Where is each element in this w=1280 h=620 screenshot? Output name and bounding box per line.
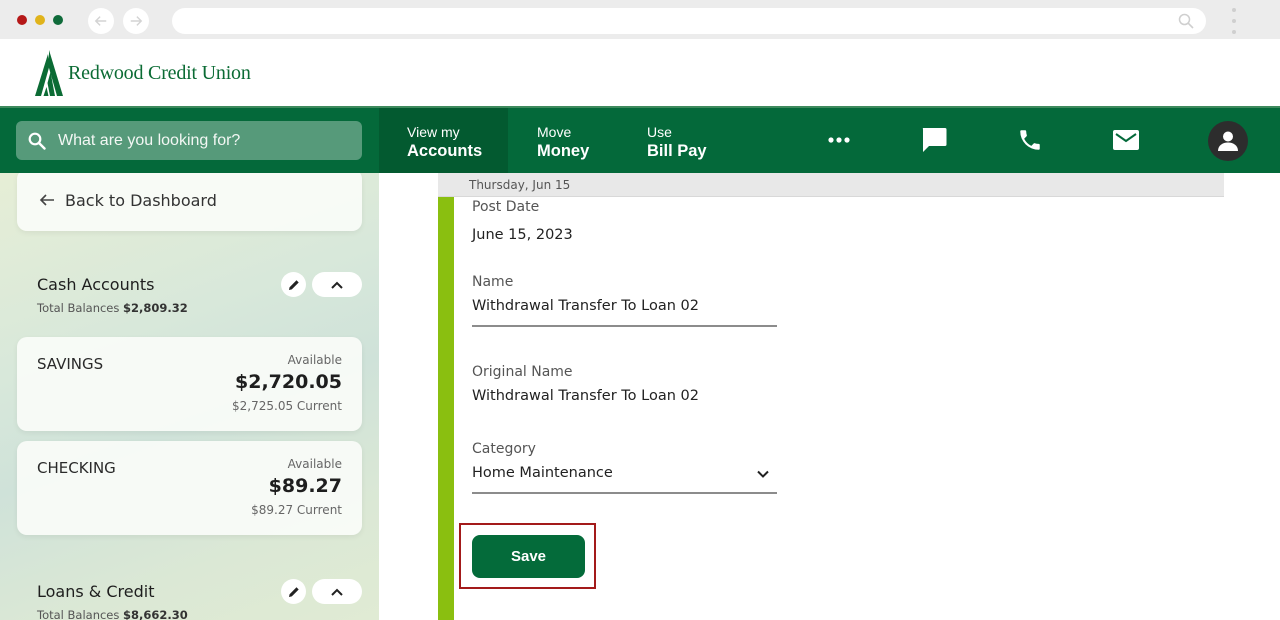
- pencil-icon: [288, 586, 299, 597]
- category-select[interactable]: Home Maintenance: [472, 465, 613, 481]
- nav-move-money[interactable]: Move Money: [537, 108, 589, 173]
- profile-icon: [1218, 131, 1238, 151]
- group-total-loans-credit: Total Balances $8,662.30: [37, 608, 188, 620]
- search-icon: [1178, 13, 1194, 29]
- edit-cash-accounts-button[interactable]: [281, 272, 306, 297]
- available-label: Available: [287, 457, 342, 471]
- back-label: Back to Dashboard: [65, 190, 217, 210]
- current-balance: $2,725.05 Current: [232, 399, 342, 413]
- original-name-label: Original Name: [472, 364, 573, 380]
- group-title-loans-credit: Loans & Credit: [37, 582, 155, 601]
- current-balance: $89.27 Current: [251, 503, 342, 517]
- phone-icon: [1020, 130, 1040, 150]
- nav-label-small: View my: [407, 124, 460, 140]
- account-name: CHECKING: [37, 459, 116, 477]
- kebab-dot: [1232, 19, 1236, 23]
- collapse-cash-accounts-button[interactable]: [312, 272, 362, 297]
- original-name-value: Withdrawal Transfer To Loan 02: [472, 388, 699, 404]
- browser-chrome: [0, 0, 1280, 39]
- total-value: $8,662.30: [123, 608, 188, 620]
- tree-logo-icon: [35, 50, 63, 96]
- nav-label-small: Move: [537, 124, 572, 140]
- nav-bill-pay[interactable]: Use Bill Pay: [647, 108, 707, 173]
- accounts-sidebar: Back to Dashboard Cash Accounts Total Ba…: [0, 173, 379, 620]
- category-label: Category: [472, 441, 536, 457]
- nav-view-accounts[interactable]: View my Accounts: [379, 108, 508, 173]
- transaction-accent-bar: [438, 197, 454, 620]
- mail-icon: [1113, 130, 1139, 150]
- post-date-value: June 15, 2023: [472, 227, 573, 243]
- nav-label-big: Accounts: [407, 142, 483, 160]
- chevron-up-icon: [331, 281, 343, 289]
- search-placeholder: What are you looking for?: [58, 131, 241, 149]
- window-minimize-button[interactable]: [35, 15, 45, 25]
- back-to-dashboard-button[interactable]: Back to Dashboard: [17, 173, 362, 231]
- account-card-checking[interactable]: CHECKING Available $89.27 $89.27 Current: [17, 441, 362, 535]
- chevron-down-icon[interactable]: [756, 467, 770, 481]
- more-button[interactable]: [823, 124, 855, 156]
- chat-icon: [922, 128, 947, 152]
- main-navigation: What are you looking for? View my Accoun…: [0, 106, 1280, 173]
- category-select-underline: [472, 492, 777, 494]
- save-button[interactable]: Save: [472, 535, 585, 578]
- address-bar[interactable]: [172, 8, 1206, 34]
- window-maximize-button[interactable]: [53, 15, 63, 25]
- logo[interactable]: [35, 50, 63, 96]
- transaction-detail-panel: Thursday, Jun 15 Post Date June 15, 2023…: [379, 173, 1280, 620]
- total-value: $2,809.32: [123, 301, 188, 315]
- total-label: Total Balances: [37, 301, 120, 315]
- kebab-dot: [1232, 8, 1236, 12]
- available-label: Available: [287, 353, 342, 367]
- available-balance: $89.27: [268, 475, 342, 497]
- profile-button[interactable]: [1208, 121, 1248, 161]
- account-name: SAVINGS: [37, 355, 104, 373]
- account-card-savings[interactable]: SAVINGS Available $2,720.05 $2,725.05 Cu…: [17, 337, 362, 431]
- nav-label-big: Money: [537, 142, 590, 160]
- chat-button[interactable]: [918, 124, 950, 156]
- window-close-button[interactable]: [17, 15, 27, 25]
- arrow-left-icon: [94, 16, 107, 26]
- name-input-underline: [472, 325, 777, 327]
- arrow-right-icon: [130, 16, 143, 26]
- post-date-label: Post Date: [472, 199, 540, 215]
- chevron-up-icon: [331, 588, 343, 596]
- mail-button[interactable]: [1110, 124, 1142, 156]
- site-search-input[interactable]: What are you looking for?: [16, 121, 362, 160]
- arrow-left-icon: [39, 194, 54, 206]
- browser-back-button[interactable]: [88, 8, 114, 34]
- browser-forward-button[interactable]: [123, 8, 149, 34]
- name-input[interactable]: Withdrawal Transfer To Loan 02: [472, 298, 699, 314]
- total-label: Total Balances: [37, 608, 120, 620]
- date-header: Thursday, Jun 15: [438, 173, 1224, 197]
- nav-label-small: Use: [647, 124, 672, 140]
- pencil-icon: [288, 279, 299, 290]
- group-total-cash-accounts: Total Balances $2,809.32: [37, 301, 188, 315]
- edit-loans-credit-button[interactable]: [281, 579, 306, 604]
- nav-label-big: Bill Pay: [647, 142, 707, 160]
- group-title-cash-accounts: Cash Accounts: [37, 275, 155, 294]
- name-label: Name: [472, 274, 514, 290]
- search-icon: [28, 132, 46, 150]
- more-icon: [828, 137, 850, 143]
- kebab-dot: [1232, 30, 1236, 34]
- brand-name: Redwood Credit Union: [68, 62, 251, 84]
- browser-menu-button[interactable]: [1230, 8, 1238, 34]
- collapse-loans-credit-button[interactable]: [312, 579, 362, 604]
- phone-button[interactable]: [1014, 124, 1046, 156]
- available-balance: $2,720.05: [235, 371, 342, 393]
